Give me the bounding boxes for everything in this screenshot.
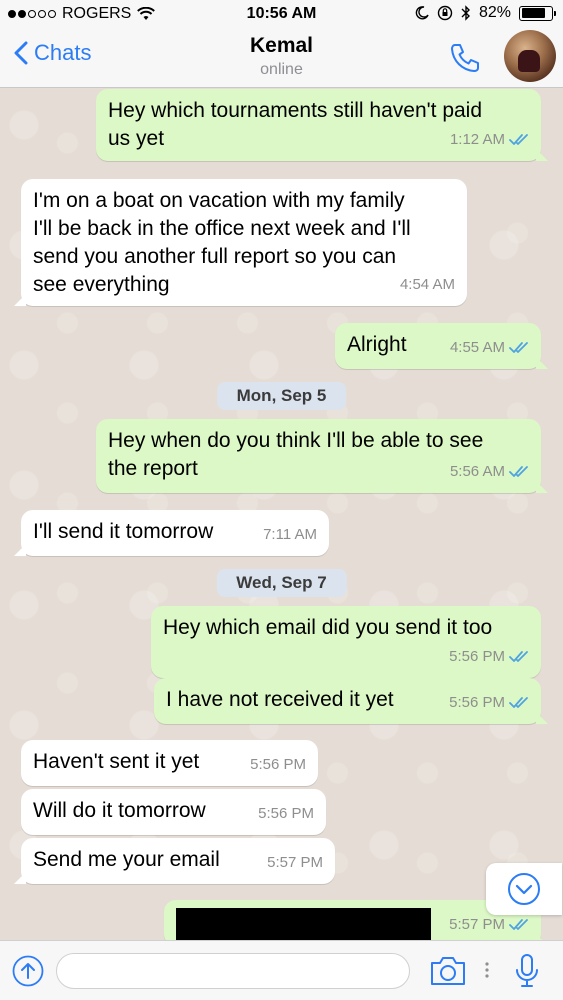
incoming-message[interactable]: I'm on a boat on vacation with my family… [14, 179, 467, 306]
message-time: 5:56 AM [449, 463, 505, 480]
battery-icon [519, 5, 556, 21]
message-text-line: I'll be back in the office next week and… [33, 217, 411, 240]
read-receipt-ticks-icon [509, 919, 528, 930]
message-text-line: Hey which email did you send it too [163, 616, 493, 639]
incoming-message[interactable]: Haven't sent it yet 5:56 PM [21, 740, 318, 786]
message-meta: 5:56 AM [450, 458, 529, 486]
message-time: 5:56 PM [449, 648, 505, 665]
do-not-disturb-moon-icon [415, 6, 429, 20]
more-options-icon[interactable] [483, 955, 491, 985]
message-time: 5:56 PM [250, 756, 306, 773]
status-right: 82% [415, 4, 556, 22]
redacted-text-block [176, 908, 431, 940]
message-meta: 5:57 PM [267, 849, 323, 877]
message-meta: 5:56 PM [449, 689, 529, 717]
outgoing-message[interactable]: Hey which email did you send it too 5:56 … [151, 606, 541, 678]
message-text-line: send you another full report so you can [33, 245, 397, 268]
message-input[interactable] [56, 953, 410, 989]
incoming-message[interactable]: I'll send it tomorrow 7:11 AM [14, 510, 329, 556]
message-time: 4:55 AM [449, 339, 505, 356]
chat-header: Chats Kemal online [0, 28, 563, 88]
message-time: 1:12 AM [449, 131, 505, 148]
message-meta: 5:57 PM [449, 911, 529, 939]
microphone-icon [516, 954, 538, 987]
message-time: 5:57 PM [449, 916, 505, 933]
share-up-arrow-icon [12, 955, 44, 987]
message-text-line: I'm on a boat on vacation with my family [33, 189, 405, 212]
contact-avatar[interactable] [504, 30, 556, 82]
scroll-to-bottom-button[interactable] [486, 863, 562, 915]
call-button[interactable] [447, 40, 483, 76]
message-text-line: Hey which tournaments still haven't paid [108, 99, 483, 122]
share-button[interactable] [12, 955, 44, 987]
input-bar [0, 940, 563, 1000]
message-text-line: Hey when do you think I'll be able to se… [108, 429, 484, 452]
microphone-button[interactable] [512, 951, 542, 991]
message-list[interactable]: Hey which tournaments still haven't paid… [0, 89, 563, 946]
phone-icon [451, 44, 479, 72]
battery-fill [521, 8, 546, 18]
message-meta: 4:54 AM [400, 271, 455, 299]
camera-button[interactable] [428, 953, 468, 989]
message-text-line: see everything [33, 273, 170, 296]
outgoing-message[interactable]: Hey which tournaments still haven't paid… [96, 89, 548, 161]
message-meta: 5:56 PM [449, 643, 529, 671]
message-time: 4:54 AM [399, 276, 455, 293]
chevron-down-circle-icon [508, 873, 540, 905]
camera-icon [431, 957, 465, 985]
outgoing-message[interactable]: Alright 4:55 AM [335, 323, 548, 369]
incoming-message[interactable]: Send me your email 5:57 PM [14, 838, 335, 884]
message-meta: 5:56 PM [250, 751, 306, 779]
message-time: 5:56 PM [449, 694, 505, 711]
message-meta: 1:12 AM [450, 126, 529, 154]
read-receipt-ticks-icon [509, 466, 528, 477]
outgoing-message[interactable]: I have not received it yet 5:56 PM [154, 678, 548, 724]
read-receipt-ticks-icon [509, 651, 528, 662]
message-meta: 7:11 AM [263, 521, 317, 549]
incoming-message[interactable]: Will do it tomorrow 5:56 PM [21, 789, 326, 835]
message-time: 7:11 AM [263, 526, 317, 543]
battery-percent: 82% [478, 4, 511, 21]
message-meta: 4:55 AM [450, 334, 529, 362]
message-time: 5:56 PM [258, 805, 314, 822]
bluetooth-icon [461, 5, 470, 21]
outgoing-message[interactable]: Hey when do you think I'll be able to se… [96, 419, 548, 493]
status-bar: ROGERS 10:56 AM 82% [0, 0, 563, 28]
date-separator: Wed, Sep 7 [216, 569, 347, 597]
message-time: 5:57 PM [267, 854, 323, 871]
message-meta: 5:56 PM [258, 800, 314, 828]
orientation-lock-icon [437, 5, 453, 21]
read-receipt-ticks-icon [509, 134, 528, 145]
date-separator: Mon, Sep 5 [216, 382, 347, 410]
read-receipt-ticks-icon [509, 697, 528, 708]
read-receipt-ticks-icon [509, 342, 528, 353]
